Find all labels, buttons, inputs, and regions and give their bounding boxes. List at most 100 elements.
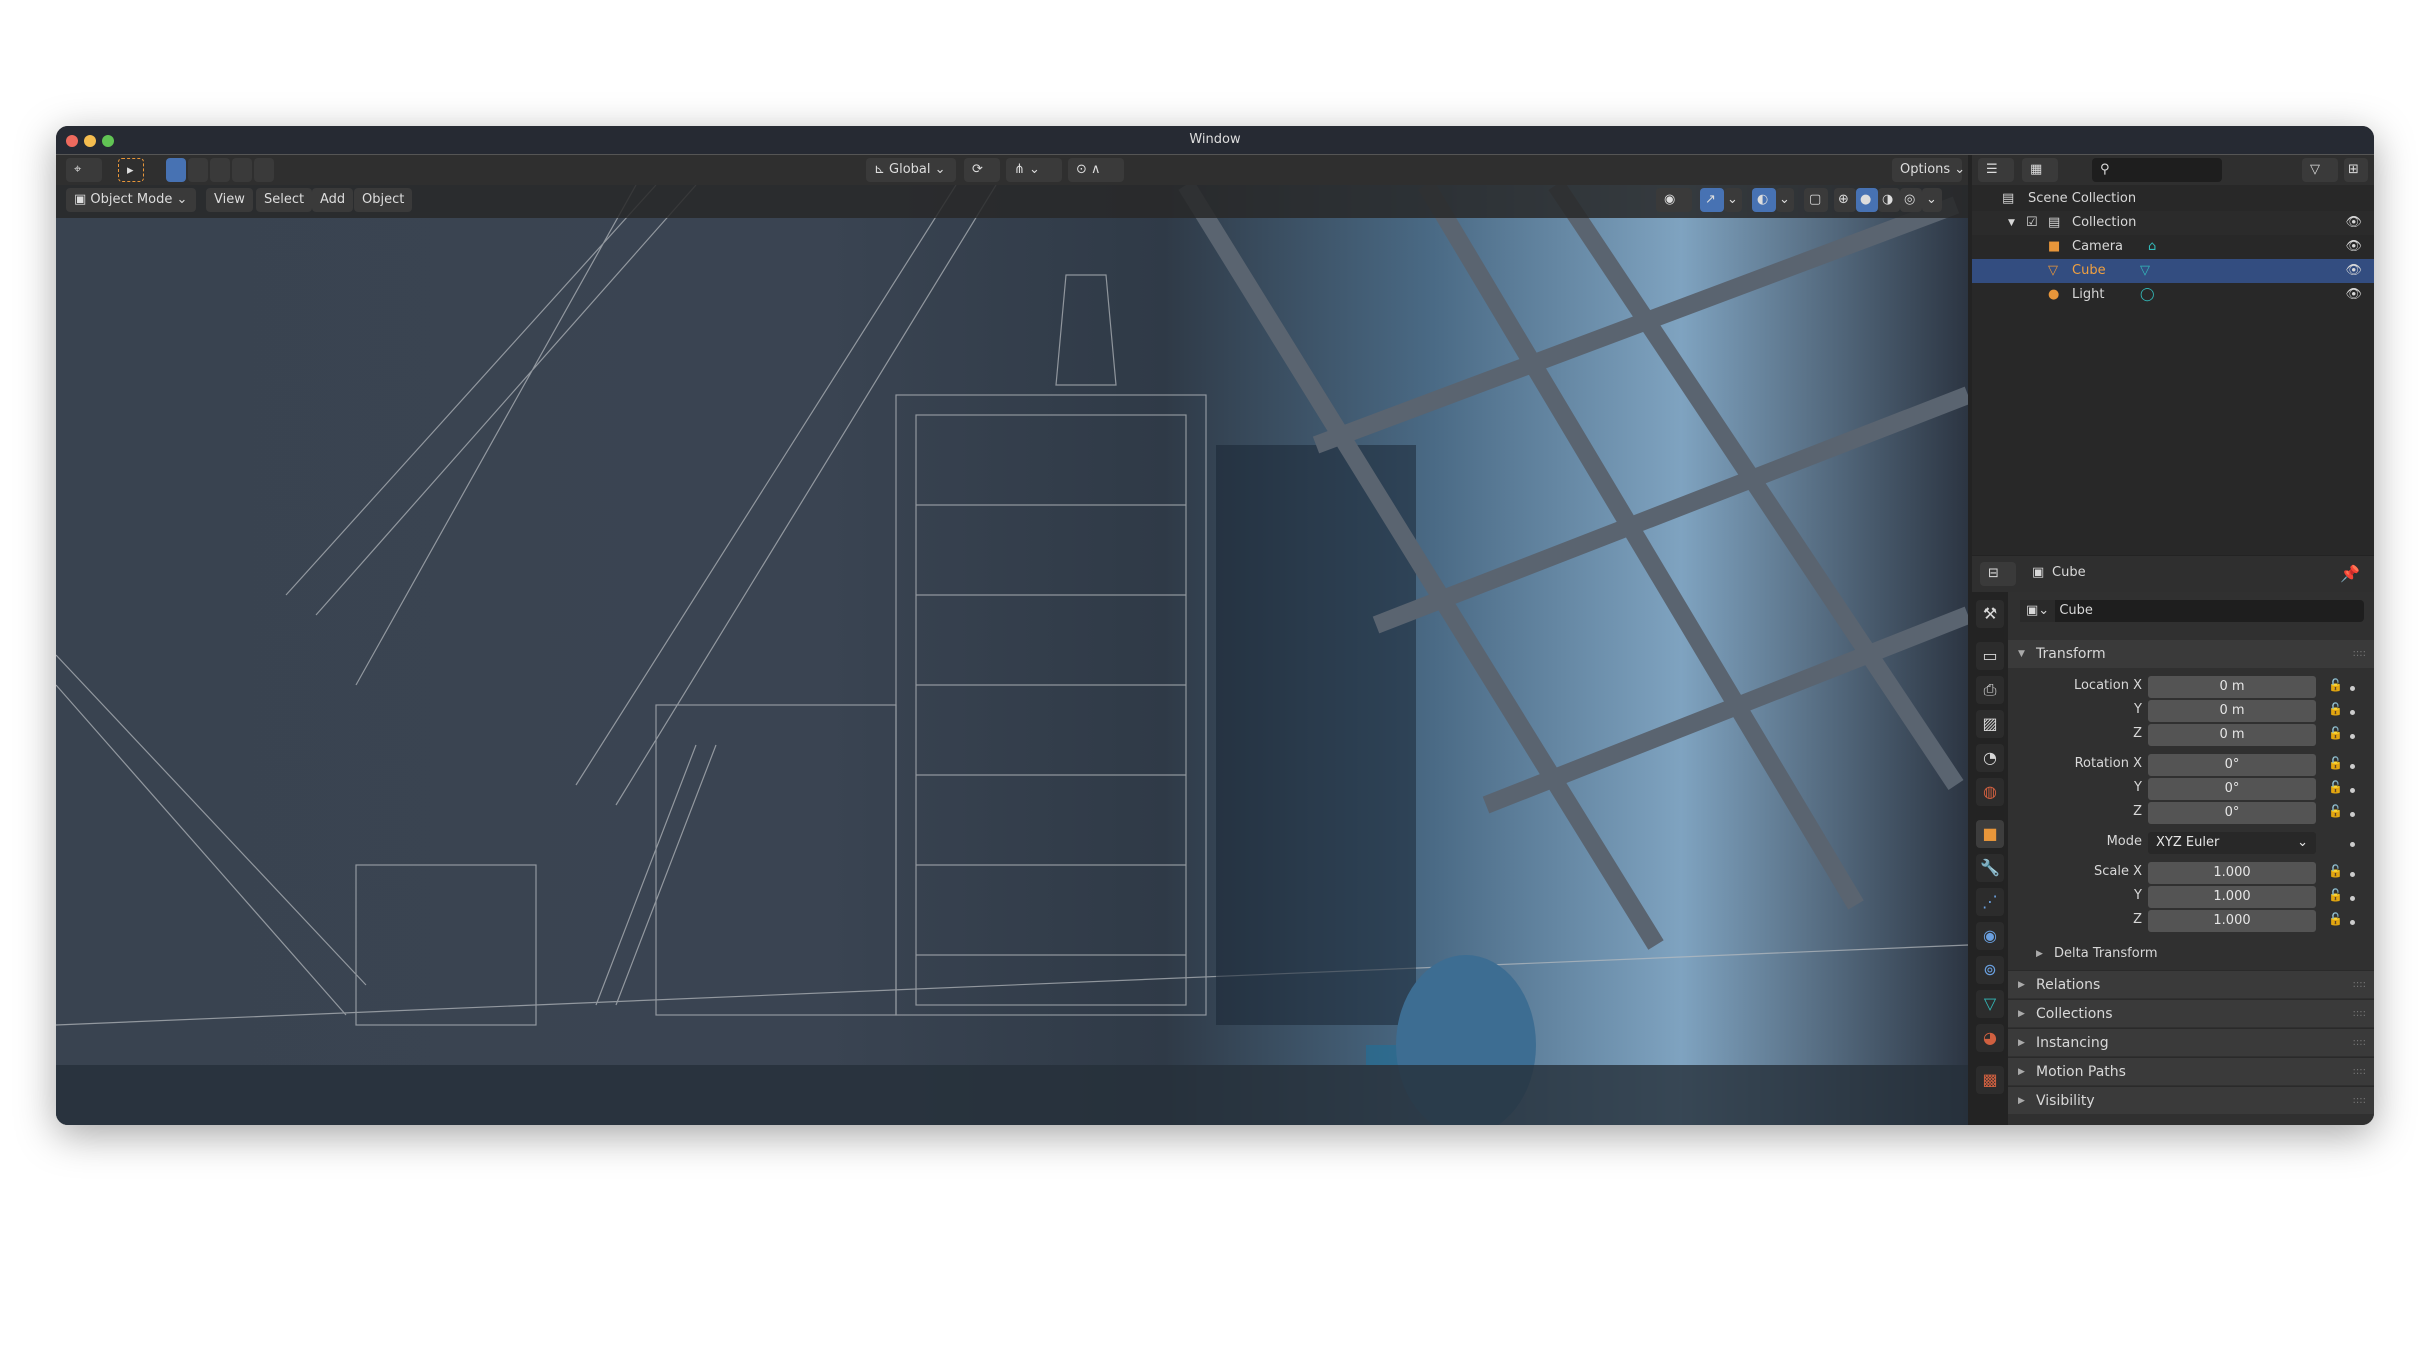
- keyframe-dot[interactable]: [2350, 920, 2355, 925]
- xray-toggle-icon[interactable]: ▢: [1804, 188, 1828, 212]
- shading-rendered-icon[interactable]: ◎: [1900, 188, 1922, 212]
- location-z-field[interactable]: 0 m: [2148, 724, 2316, 746]
- grip-icon[interactable]: ::::: [2353, 640, 2366, 668]
- eye-icon[interactable]: 👁: [2345, 235, 2362, 259]
- location-x-field[interactable]: 0 m: [2148, 676, 2316, 698]
- mesh-data-icon[interactable]: ▽: [2140, 259, 2150, 283]
- keyframe-dot[interactable]: [2350, 686, 2355, 691]
- light-data-icon[interactable]: ◯: [2140, 283, 2155, 307]
- 3d-viewport[interactable]: [56, 185, 1968, 1125]
- view-layer-tab-icon[interactable]: ▨: [1976, 710, 2004, 738]
- tool-tab-icon[interactable]: ⚒: [1976, 600, 2004, 628]
- lock-icon[interactable]: 🔓: [2328, 702, 2343, 716]
- panel-collections[interactable]: ▶ Collections::::: [2008, 999, 2374, 1027]
- new-collection-button[interactable]: ⊞: [2344, 158, 2368, 182]
- scale-y-field[interactable]: 1.000: [2148, 886, 2316, 908]
- menu-object[interactable]: Object: [354, 188, 413, 212]
- material-tab-icon[interactable]: ◕: [1976, 1024, 2004, 1052]
- lock-icon[interactable]: 🔓: [2328, 888, 2343, 902]
- menu-select[interactable]: Select: [256, 188, 313, 212]
- outliner-item-cube[interactable]: ▽ Cube ▽ 👁: [1972, 259, 2374, 283]
- visibility-gizmo-icon[interactable]: ◉: [1656, 188, 1692, 212]
- outliner-item-light[interactable]: ● Light ◯ 👁: [1972, 283, 2374, 307]
- object-type-icon[interactable]: ▣⌄: [2020, 600, 2056, 622]
- panel-instancing[interactable]: ▶ Instancing::::: [2008, 1028, 2374, 1056]
- overlays-toggle-icon[interactable]: ◐: [1752, 188, 1776, 212]
- rotation-x-field[interactable]: 0°: [2148, 754, 2316, 776]
- grip-icon[interactable]: ::::: [2353, 1058, 2366, 1086]
- lock-icon[interactable]: 🔓: [2328, 780, 2343, 794]
- keyframe-dot[interactable]: [2350, 872, 2355, 877]
- rotation-z-field[interactable]: 0°: [2148, 802, 2316, 824]
- keyframe-dot[interactable]: [2350, 896, 2355, 901]
- object-name-field[interactable]: ▣⌄ Cube: [2020, 600, 2364, 622]
- select-mode-extend-icon[interactable]: [188, 158, 208, 182]
- shading-dropdown[interactable]: ⌄: [1922, 188, 1942, 212]
- proportional-editing-toggle[interactable]: ⊙ ∧: [1068, 158, 1124, 182]
- select-mode-invert-icon[interactable]: [232, 158, 252, 182]
- menu-view[interactable]: View: [206, 188, 253, 212]
- select-mode-new-icon[interactable]: [166, 158, 186, 182]
- panel-transform[interactable]: ▼ Transform::::: [2008, 640, 2374, 668]
- lock-icon[interactable]: 🔓: [2328, 912, 2343, 926]
- select-mode-subtract-icon[interactable]: [210, 158, 230, 182]
- pivot-point-dropdown[interactable]: ⟳: [964, 158, 1000, 182]
- filter-dropdown[interactable]: ▽: [2302, 158, 2338, 182]
- constraints-tab-icon[interactable]: ⊚: [1976, 956, 2004, 984]
- lock-icon[interactable]: 🔓: [2328, 864, 2343, 878]
- scale-z-field[interactable]: 1.000: [2148, 910, 2316, 932]
- options-dropdown[interactable]: Options ⌄: [1892, 158, 1965, 182]
- data-tab-icon[interactable]: ▽: [1976, 990, 2004, 1018]
- texture-tab-icon[interactable]: ▩: [1976, 1066, 2004, 1094]
- overlays-dropdown[interactable]: ⌄: [1776, 188, 1794, 212]
- gizmo-toggle-icon[interactable]: ↗: [1700, 188, 1724, 212]
- properties-editor-type[interactable]: ⊟: [1980, 562, 2016, 586]
- lock-icon[interactable]: 🔓: [2328, 726, 2343, 740]
- keyframe-dot[interactable]: [2350, 812, 2355, 817]
- outliner-editor-type[interactable]: ☰: [1978, 158, 2014, 182]
- snap-toggle[interactable]: ⋔ ⌄: [1006, 158, 1062, 182]
- modifier-tab-icon[interactable]: 🔧: [1976, 854, 2004, 882]
- particles-tab-icon[interactable]: ⋰: [1976, 888, 2004, 916]
- outliner-collection[interactable]: ▼ ☑ ▤ Collection 👁: [1972, 211, 2374, 235]
- eye-icon[interactable]: 👁: [2345, 259, 2362, 283]
- scene-tab-icon[interactable]: ◔: [1976, 744, 2004, 772]
- shading-wireframe-icon[interactable]: ⊕: [1834, 188, 1856, 212]
- scale-x-field[interactable]: 1.000: [2148, 862, 2316, 884]
- physics-tab-icon[interactable]: ◉: [1976, 922, 2004, 950]
- checkbox-icon[interactable]: ☑: [2026, 211, 2038, 235]
- grip-icon[interactable]: ::::: [2353, 1000, 2366, 1028]
- transform-orientation-dropdown[interactable]: ⊾ Global ⌄: [866, 158, 956, 182]
- keyframe-dot[interactable]: [2350, 764, 2355, 769]
- editor-type-button[interactable]: ⌖: [66, 158, 102, 182]
- select-tool-icon[interactable]: ▸: [118, 158, 144, 182]
- shading-material-icon[interactable]: ◑: [1878, 188, 1900, 212]
- panel-relations[interactable]: ▶ Relations::::: [2008, 970, 2374, 998]
- rotation-mode-dropdown[interactable]: XYZ Euler ⌄: [2148, 832, 2316, 854]
- grip-icon[interactable]: ::::: [2353, 1029, 2366, 1057]
- render-tab-icon[interactable]: ▭: [1976, 642, 2004, 670]
- output-tab-icon[interactable]: ⎙: [1976, 676, 2004, 704]
- select-mode-intersect-icon[interactable]: [254, 158, 274, 182]
- world-tab-icon[interactable]: ◍: [1976, 778, 2004, 806]
- grip-icon[interactable]: ::::: [2353, 1087, 2366, 1115]
- eye-icon[interactable]: 👁: [2345, 283, 2362, 307]
- lock-icon[interactable]: 🔓: [2328, 756, 2343, 770]
- menu-add[interactable]: Add: [312, 188, 354, 212]
- keyframe-dot[interactable]: [2350, 710, 2355, 715]
- lock-icon[interactable]: 🔓: [2328, 678, 2343, 692]
- outliner-search-input[interactable]: ⚲: [2092, 158, 2222, 182]
- camera-data-icon[interactable]: ⌂: [2148, 235, 2156, 259]
- location-y-field[interactable]: 0 m: [2148, 700, 2316, 722]
- keyframe-dot[interactable]: [2350, 788, 2355, 793]
- subpanel-delta-transform[interactable]: ▶ Delta Transform: [2008, 940, 2374, 968]
- shading-solid-icon[interactable]: ●: [1856, 188, 1878, 212]
- grip-icon[interactable]: ::::: [2353, 971, 2366, 999]
- eye-icon[interactable]: 👁: [2345, 211, 2362, 235]
- outliner-scene-collection[interactable]: ▤ Scene Collection: [1972, 187, 2374, 211]
- outliner-item-camera[interactable]: ■ Camera ⌂ 👁: [1972, 235, 2374, 259]
- keyframe-dot[interactable]: [2350, 734, 2355, 739]
- expand-icon[interactable]: ▼: [2008, 211, 2015, 235]
- rotation-y-field[interactable]: 0°: [2148, 778, 2316, 800]
- panel-motion-paths[interactable]: ▶ Motion Paths::::: [2008, 1057, 2374, 1085]
